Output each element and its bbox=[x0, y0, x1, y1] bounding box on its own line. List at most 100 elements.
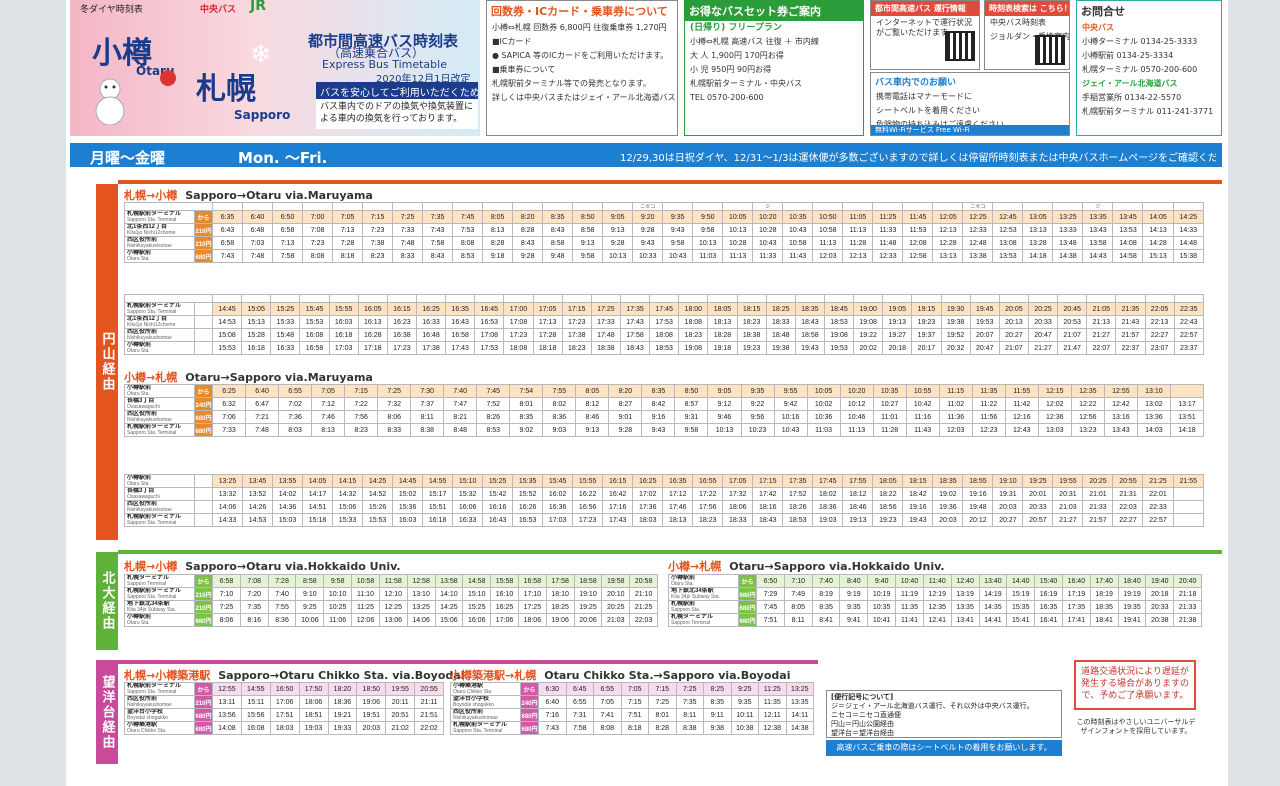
departure-time: 8:01 bbox=[648, 708, 677, 722]
departure-time: 7:25 bbox=[675, 682, 704, 696]
qr-code-icon[interactable] bbox=[945, 31, 975, 61]
route-mark bbox=[992, 202, 1024, 211]
route-mark bbox=[932, 202, 964, 211]
departure-time: 7:49 bbox=[783, 587, 813, 601]
departure-time: 19:25 bbox=[1022, 474, 1054, 488]
departure-time: 18:15 bbox=[902, 474, 934, 488]
timetable-search-panel: 時刻表検索は こちら！ 中央バス時刻表 ジョルダン・乗換案内 bbox=[984, 0, 1070, 70]
holiday-note: 12/29,30は日祝ダイヤ、12/31〜1/3は運休便が多数ございますので詳し… bbox=[620, 153, 1216, 164]
departure-time: 9:58 bbox=[674, 423, 709, 437]
departure-time: 7:10 bbox=[783, 574, 813, 588]
departure-time: 21:07 bbox=[998, 341, 1029, 355]
departure-time: 8:08 bbox=[593, 721, 622, 735]
departure-time: 13:02 bbox=[1136, 397, 1171, 411]
departure-time: 14:02 bbox=[272, 487, 304, 501]
departure-time: 20:33 bbox=[1027, 315, 1059, 329]
departure-time: 16:45 bbox=[474, 302, 505, 316]
route-mark bbox=[722, 202, 754, 211]
departure-time: 7:56 bbox=[344, 410, 379, 424]
departure-time: 8:43 bbox=[422, 249, 454, 263]
qr-code-icon[interactable] bbox=[1035, 35, 1065, 65]
departure-time: 13:43 bbox=[1082, 223, 1114, 237]
departure-time: 11:13 bbox=[842, 223, 874, 237]
table-row: 札幌駅前ターミナル Sapporo Sta. Terminal から 6:35 6:40… bbox=[124, 210, 1204, 224]
departure-time: 22:43 bbox=[1173, 315, 1205, 329]
safety-heading: バスを安心してご利用いただくために bbox=[316, 82, 478, 99]
departure-time: 10:43 bbox=[773, 423, 808, 437]
departure-time: 17:06 bbox=[269, 695, 300, 709]
table-row: 札幌ターミナル Sapporo Terminal 680円 7:51 8:11 8:41 9… bbox=[668, 613, 1202, 627]
stop-name: 北1条西12丁目 Kita1jo Nishi12chome bbox=[124, 315, 195, 329]
departure-time: 7:43 bbox=[422, 223, 454, 237]
departure-time: 17:15 bbox=[752, 474, 784, 488]
route-mark bbox=[782, 202, 814, 211]
departure-time: 18:08 bbox=[649, 328, 680, 342]
departure-time: 13:17 bbox=[1169, 397, 1205, 411]
departure-time: 8:27 bbox=[608, 397, 643, 411]
contact-panel: お問合せ 中央バス 小樽ターミナル 0134-25-3333 小樽駅前 0134… bbox=[1076, 0, 1222, 136]
departure-time: 21:01 bbox=[1082, 487, 1114, 501]
departure-time: 20:07 bbox=[969, 328, 1000, 342]
departure-time: 17:53 bbox=[474, 341, 505, 355]
set-ticket-panel: お得なバスセット券ご案内 (日帰り) フリープラン 小樽⇔札幌 高速バス 往復 … bbox=[684, 0, 864, 136]
fare-cell bbox=[194, 513, 213, 527]
departure-time: 17:36 bbox=[632, 500, 664, 514]
departure-time: 18:13 bbox=[662, 513, 694, 527]
departure-time: 19:22 bbox=[853, 328, 884, 342]
departure-time: 8:06 bbox=[212, 613, 241, 627]
departure-time: 9:42 bbox=[773, 397, 808, 411]
departure-time: 15:38 bbox=[1172, 249, 1204, 263]
departure-time: 9:40 bbox=[867, 574, 897, 588]
departure-time: 20:53 bbox=[1057, 315, 1088, 329]
departure-time: 10:20 bbox=[752, 210, 784, 224]
departure-time: 18:19 bbox=[1089, 587, 1119, 601]
route-mark bbox=[602, 202, 634, 211]
fare-cell bbox=[194, 302, 213, 316]
departure-time: 10:58 bbox=[812, 223, 844, 237]
operation-info-title: 都市間高速バス 運行情報 bbox=[871, 1, 979, 16]
legend-title: [便行記号について] bbox=[831, 693, 894, 701]
departure-time: 22:35 bbox=[1173, 302, 1205, 316]
departure-time: 15:55 bbox=[328, 302, 359, 316]
departure-time: 10:28 bbox=[722, 236, 754, 250]
departure-time: 16:10 bbox=[490, 587, 519, 601]
route-mark bbox=[872, 202, 904, 211]
legend-box: [便行記号について] ジ＝ジェイ・アール北海道バス運行、それ以外は中央バス運行。… bbox=[826, 690, 1062, 738]
departure-time: 11:55 bbox=[1004, 384, 1039, 398]
departure-time: 11:25 bbox=[351, 600, 380, 614]
departure-time: 8:35 bbox=[509, 410, 544, 424]
departure-time: 16:19 bbox=[1034, 587, 1063, 601]
seatbelt-banner: 高速バスご乗車の際はシートベルトの着用をお願いします。 bbox=[826, 740, 1062, 756]
departure-time: 20:47 bbox=[969, 341, 1000, 355]
contact-line: 札幌駅前ターミナル 011-241-3771 bbox=[1082, 107, 1214, 116]
departure-time: 17:03 bbox=[328, 341, 359, 355]
departure-time: 8:03 bbox=[278, 423, 313, 437]
departure-time: 8:40 bbox=[839, 574, 869, 588]
departure-time: 21:25 bbox=[629, 600, 658, 614]
route-mark bbox=[422, 202, 454, 211]
departure-time: 16:58 bbox=[445, 328, 476, 342]
departure-time: 12:33 bbox=[872, 249, 904, 263]
departure-time: 19:33 bbox=[327, 721, 358, 735]
departure-time: 12:23 bbox=[971, 423, 1006, 437]
departure-time: 18:16 bbox=[752, 500, 784, 514]
weekday-band: 月曜〜金曜 Mon. 〜Fri. 12/29,30は日祝ダイヤ、12/31〜1/… bbox=[70, 143, 1222, 167]
departure-time: 9:28 bbox=[512, 249, 544, 263]
departure-time: 14:10 bbox=[434, 587, 464, 601]
departure-time: 14:25 bbox=[362, 474, 394, 488]
route-mark bbox=[969, 294, 1000, 303]
section-label-boyodai: 望洋台経由 bbox=[96, 660, 118, 764]
fare-cell bbox=[194, 500, 213, 514]
departure-time: 18:03 bbox=[632, 513, 664, 527]
ic-card-line: 詳しくは中央バスまたはジェイ・アール北海道バス bbox=[492, 93, 676, 102]
departure-time: 14:08 bbox=[1112, 236, 1144, 250]
fare-cell bbox=[194, 474, 213, 488]
route-mark bbox=[482, 202, 514, 211]
departure-time: 16:02 bbox=[542, 487, 574, 501]
departure-time: 22:57 bbox=[1142, 513, 1174, 527]
route-header: 小樽→札幌 Otaru→Sapporo via.Hokkaido Univ. bbox=[668, 560, 945, 573]
departure-time: 8:36 bbox=[267, 613, 297, 627]
table-row: 札幌駅前ターミナル Sapporo Sta. Terminal から 12:55 14:… bbox=[124, 682, 444, 696]
timetable-table: 札幌駅前ターミナル Sapporo Sta. Terminal 14:45 15:05… bbox=[124, 294, 1205, 355]
departure-time: 14:52 bbox=[362, 487, 394, 501]
